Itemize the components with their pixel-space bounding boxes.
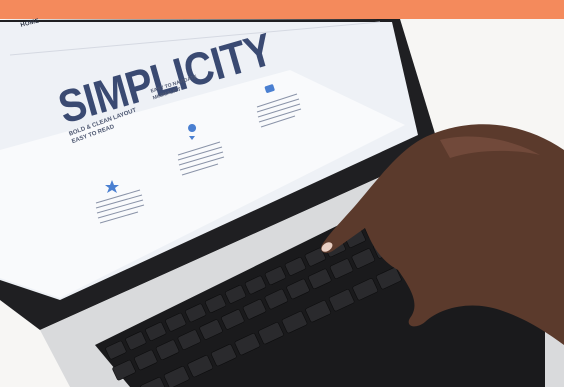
laptop-scene <box>0 19 564 387</box>
laptop-photo: HOME SIMPLICITY BOLD & CLEAN LAYOUT EASY… <box>0 0 564 387</box>
